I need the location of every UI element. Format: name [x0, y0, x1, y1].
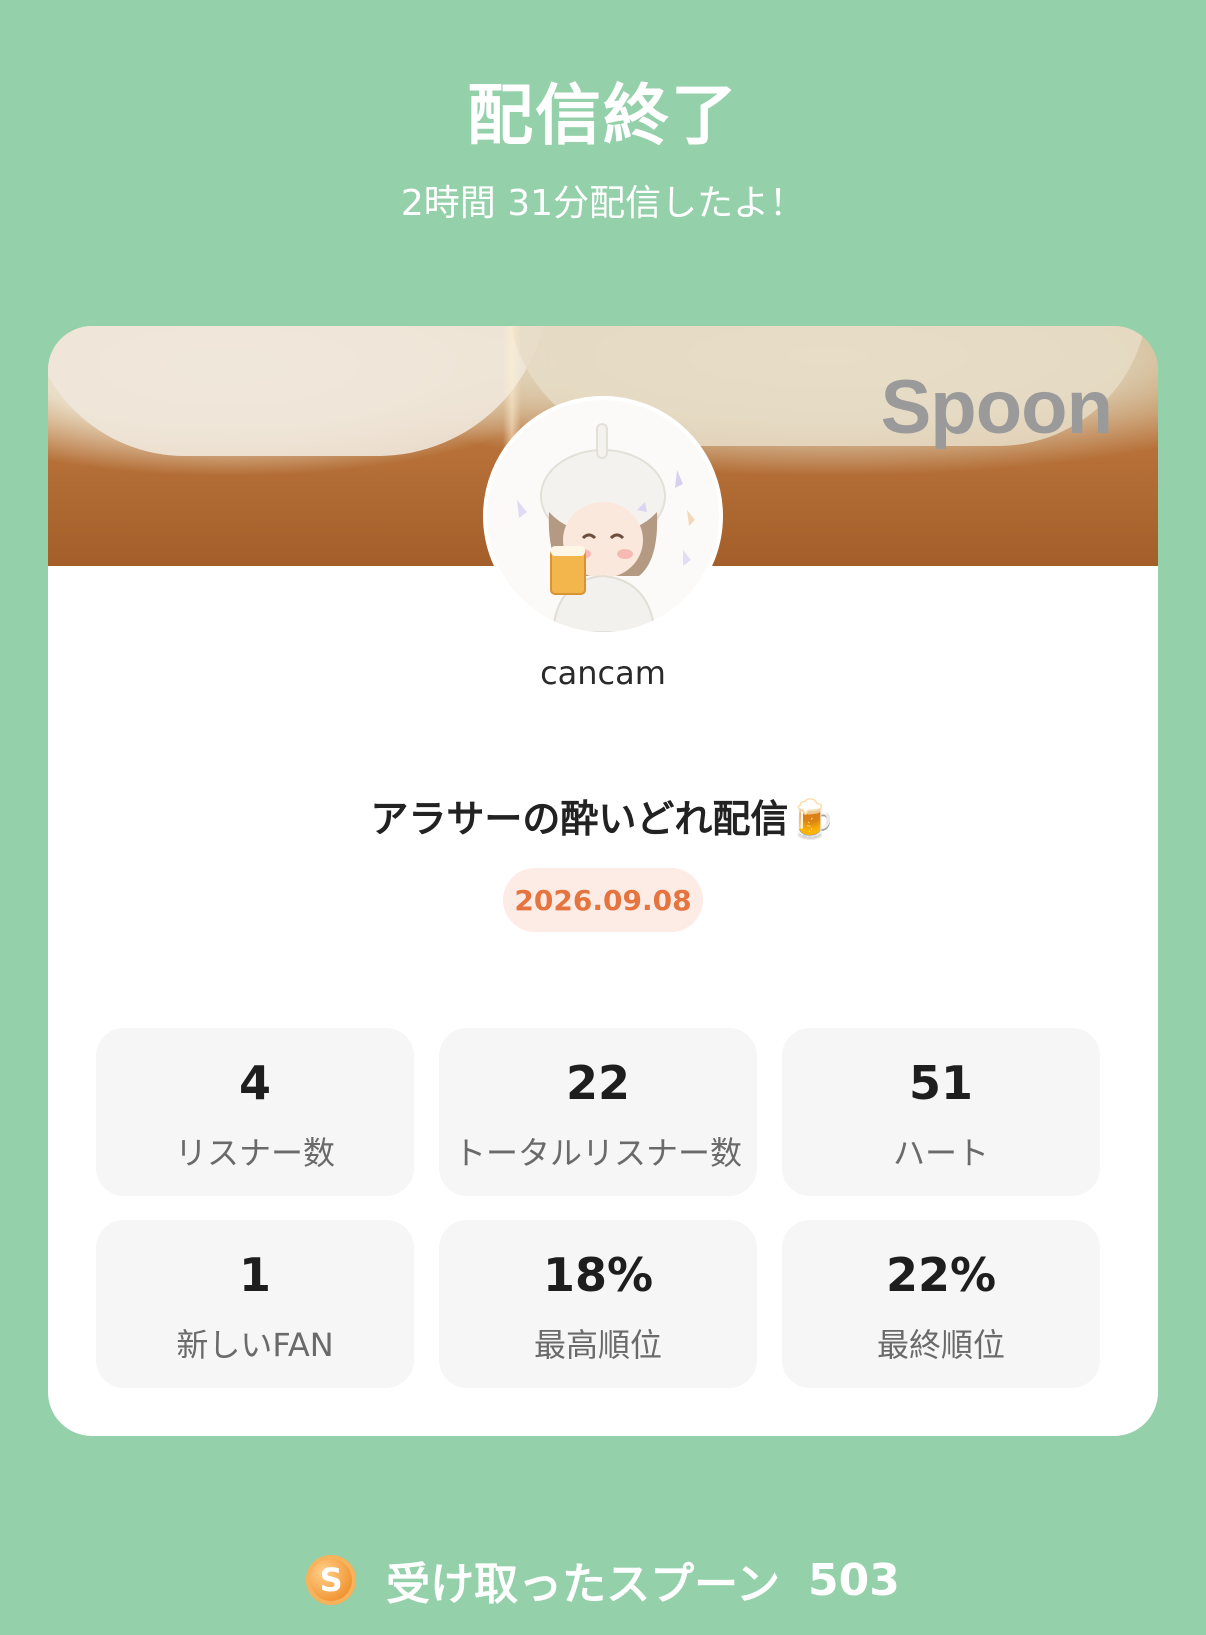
- stat-final-rank: 22% 最終順位: [782, 1220, 1100, 1388]
- broadcast-summary-card: Spoon cancam アラサーの酔いどれ配信🍺 2026.09.08 4 リ…: [48, 326, 1158, 1436]
- stat-value: 1: [238, 1248, 271, 1302]
- stat-label: リスナー数: [174, 1134, 335, 1172]
- avatar[interactable]: [483, 396, 723, 636]
- stat-hearts: 51 ハート: [782, 1028, 1100, 1196]
- stat-value: 51: [908, 1056, 973, 1110]
- stat-total-listeners: 22 トータルリスナー数: [439, 1028, 757, 1196]
- spoons-received-count: 503: [807, 1554, 900, 1606]
- stat-listeners: 4 リスナー数: [96, 1028, 414, 1196]
- spoons-received-label: 受け取ったスプーン: [386, 1559, 780, 1610]
- broadcast-duration: 2時間 31分配信したよ！: [400, 183, 806, 224]
- stat-label: トータルリスナー数: [453, 1134, 742, 1172]
- page-title: 配信終了: [467, 77, 739, 154]
- stream-title: アラサーの酔いどれ配信🍺: [370, 797, 836, 841]
- stat-highest-rank: 18% 最高順位: [439, 1220, 757, 1388]
- stat-value: 22: [565, 1056, 630, 1110]
- username: cancam: [540, 654, 666, 692]
- stat-label: 最終順位: [876, 1326, 1005, 1364]
- stat-label: 新しいFAN: [176, 1326, 334, 1364]
- stat-label: ハート: [892, 1134, 989, 1172]
- stat-new-fans: 1 新しいFAN: [96, 1220, 414, 1388]
- avatar-illustration: [517, 423, 695, 632]
- stat-value: 18%: [542, 1248, 654, 1302]
- stat-value: 4: [238, 1056, 271, 1110]
- stat-label: 最高順位: [533, 1326, 662, 1364]
- spoons-received: S 受け取ったスプーン 503: [0, 1550, 1206, 1610]
- spoon-logo: Spoon: [880, 365, 1113, 450]
- date-badge: 2026.09.08: [503, 868, 703, 932]
- stat-value: 22%: [885, 1248, 997, 1302]
- spoon-coin-icon: S: [306, 1555, 357, 1605]
